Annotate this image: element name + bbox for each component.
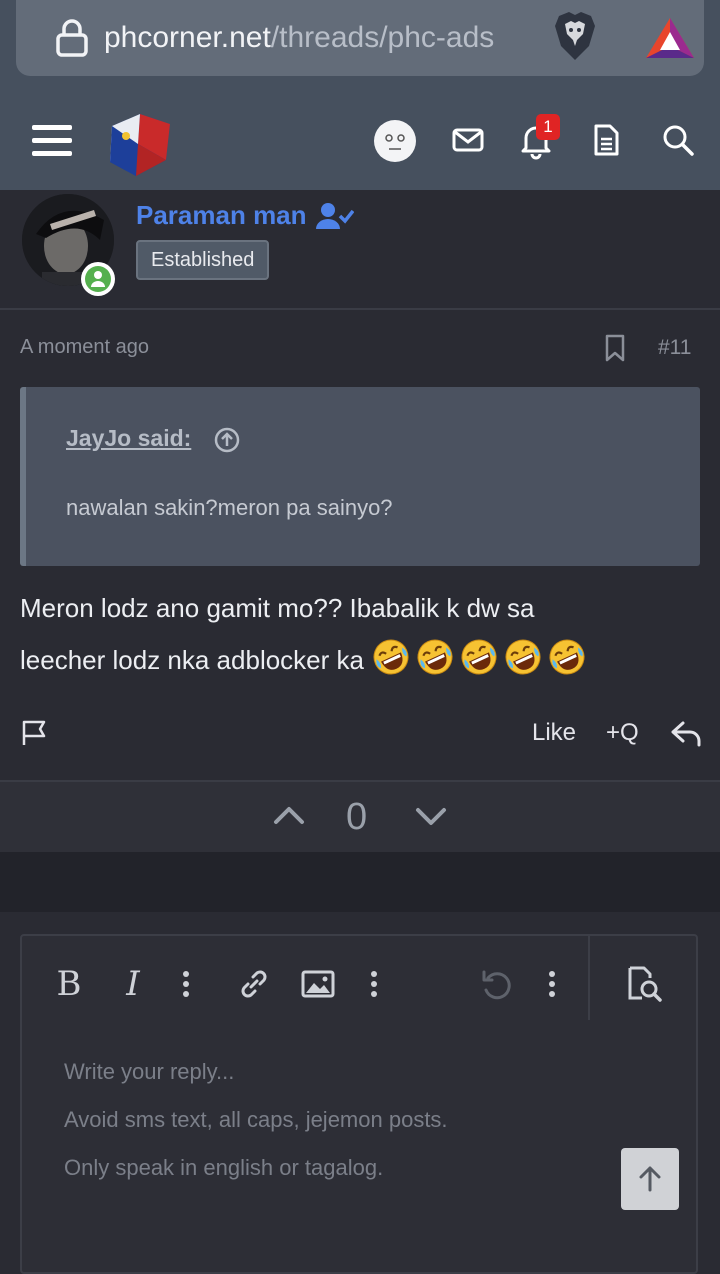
chevron-down-icon[interactable] — [414, 804, 448, 830]
vote-count: 0 — [346, 796, 368, 838]
search-icon[interactable] — [658, 120, 698, 160]
document-icon[interactable] — [586, 120, 626, 160]
rofl-emoji — [505, 639, 541, 675]
quote-block: JayJo said: nawalan sakin?meron pa sainy… — [20, 387, 700, 566]
url-path: /threads/phc-ads — [270, 21, 495, 54]
quote-author[interactable]: JayJo said: — [66, 425, 191, 452]
section-divider — [0, 852, 720, 912]
emoji-group — [371, 639, 591, 675]
site-header: 1 — [0, 90, 720, 190]
url-text[interactable]: phcorner.net/threads/phc-ads — [104, 18, 494, 58]
reply-input-placeholder[interactable]: Write your reply... Avoid sms text, all … — [64, 1048, 448, 1192]
rofl-emoji — [461, 639, 497, 675]
bat-icon[interactable] — [644, 16, 696, 60]
username[interactable]: Paraman man — [136, 198, 307, 232]
quote-text: nawalan sakin?meron pa sainyo? — [66, 495, 393, 520]
avatar-icon[interactable] — [374, 120, 416, 162]
more-vertical-icon[interactable] — [362, 964, 386, 1004]
bookmark-icon[interactable] — [604, 334, 626, 362]
url-host: phcorner.net — [104, 21, 271, 54]
chevron-up-icon[interactable] — [272, 802, 306, 828]
address-bar[interactable]: phcorner.net/threads/phc-ads — [16, 0, 704, 76]
more-vertical-icon[interactable] — [174, 964, 198, 1004]
verified-user-icon — [316, 203, 354, 229]
rofl-emoji — [549, 639, 585, 675]
post-timestamp[interactable]: A moment ago — [20, 336, 149, 359]
flag-icon[interactable] — [20, 718, 48, 746]
message-line-1: Meron lodz ano gamit mo?? Ibabalik k dw … — [20, 593, 535, 623]
more-vertical-icon[interactable] — [540, 964, 564, 1004]
post-number[interactable]: #11 — [658, 336, 691, 360]
lock-icon[interactable] — [54, 18, 90, 58]
arrow-up-icon — [639, 1166, 661, 1192]
toolbar-separator — [588, 936, 590, 1020]
scroll-to-top-button[interactable] — [621, 1148, 679, 1210]
image-icon[interactable] — [300, 964, 336, 1004]
link-icon[interactable] — [236, 964, 272, 1004]
browser-toolbar: phcorner.net/threads/phc-ads — [0, 0, 720, 90]
like-button[interactable]: Like — [532, 719, 576, 747]
reply-editor[interactable]: B I Write your reply... Avoid sms text, … — [20, 934, 698, 1274]
hamburger-icon[interactable] — [32, 125, 72, 157]
mail-icon[interactable] — [448, 120, 488, 160]
multiquote-button[interactable]: +Q — [606, 719, 639, 747]
arrow-up-circle-icon[interactable] — [214, 427, 240, 453]
notification-badge: 1 — [536, 114, 560, 140]
rofl-emoji — [373, 639, 409, 675]
brave-icon[interactable] — [553, 10, 597, 62]
preview-icon[interactable] — [624, 964, 664, 1004]
post-author-row: Paraman man Established — [0, 190, 720, 310]
reply-icon[interactable] — [670, 718, 702, 748]
post-message: Meron lodz ano gamit mo?? Ibabalik k dw … — [20, 582, 710, 686]
rofl-emoji — [417, 639, 453, 675]
vote-bar: 0 — [0, 780, 720, 854]
message-line-2-text: leecher lodz nka adblocker ka — [20, 645, 364, 675]
site-logo[interactable] — [104, 108, 176, 180]
italic-button[interactable]: I — [118, 964, 148, 1004]
message-line-2: leecher lodz nka adblocker ka — [20, 634, 710, 686]
undo-icon[interactable] — [478, 964, 514, 1004]
user-title-badge: Established — [136, 240, 270, 280]
online-status-icon — [81, 262, 115, 296]
bold-button[interactable]: B — [54, 964, 84, 1004]
